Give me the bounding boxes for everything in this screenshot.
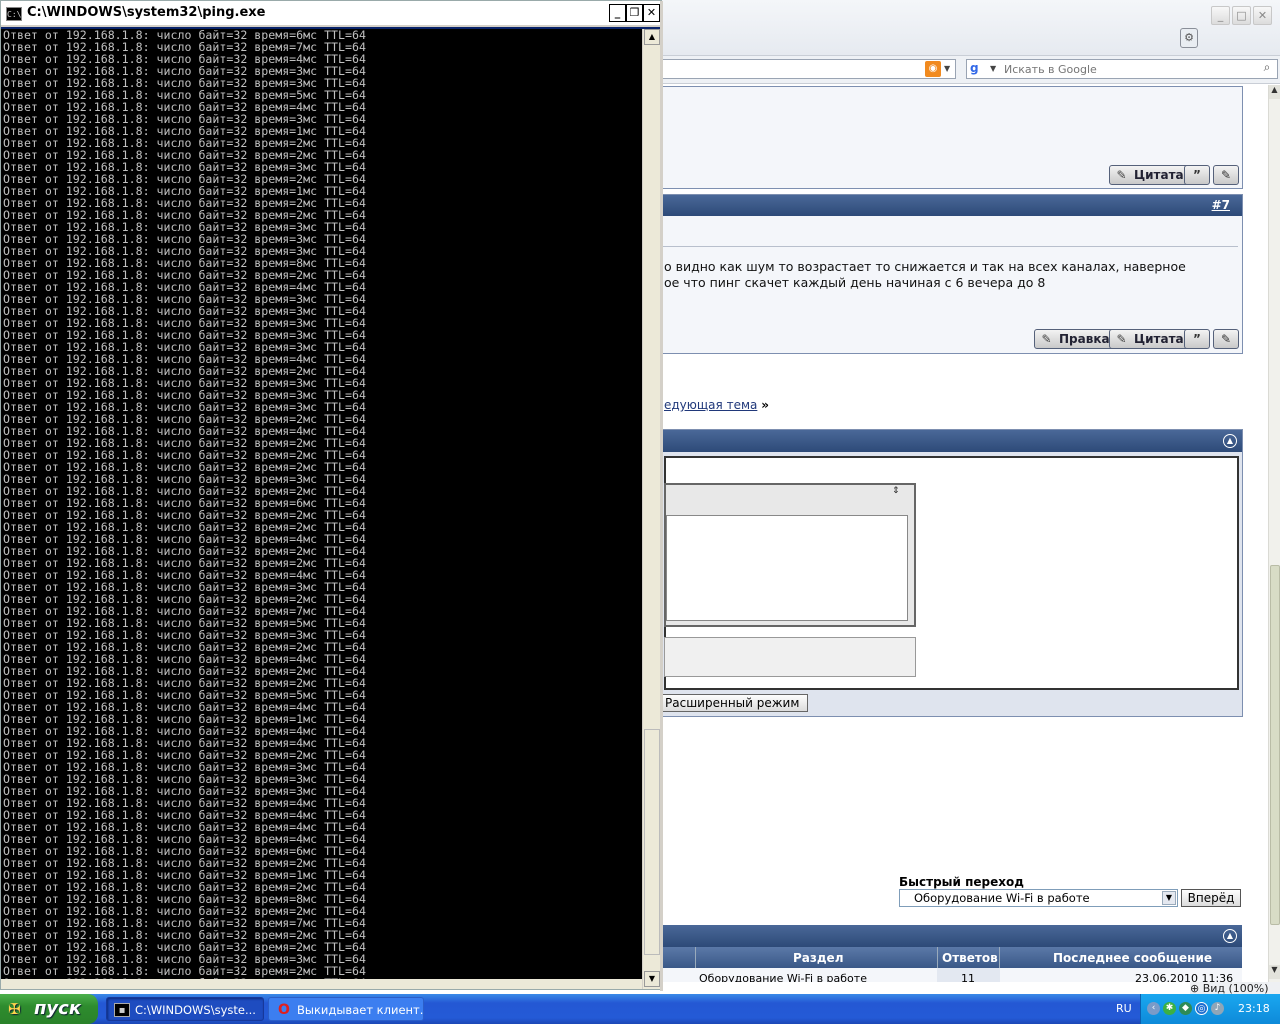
console-lines: Ответ от 192.168.1.8: число байт=32 врем…	[3, 29, 642, 979]
column-header-section[interactable]: Раздел	[793, 951, 843, 965]
post-7-header: #7	[663, 195, 1242, 216]
search-icon[interactable]: ⌕	[1258, 60, 1276, 78]
taskbar: ✠ пуск ▪ C:\WINDOWS\syste... O Выкидывае…	[0, 994, 1280, 1024]
similar-topics-header	[663, 925, 1242, 947]
console-icon[interactable]: C:\	[6, 7, 22, 21]
search-provider-dropdown-icon[interactable]: ▼	[990, 61, 1000, 77]
quick-jump-value: Оборудование Wi-Fi в работе	[914, 891, 1090, 905]
multiquote-button[interactable]: ”	[1184, 165, 1210, 185]
quick-jump-go-button[interactable]: Вперёд	[1181, 889, 1241, 907]
column-header-replies[interactable]: Ответов	[942, 951, 998, 965]
edit-button-label: Правка	[1059, 332, 1110, 346]
search-input[interactable]	[1004, 60, 1254, 78]
table-cell-section[interactable]: Оборудование Wi-Fi в работе	[699, 972, 867, 982]
message-textarea[interactable]	[666, 515, 908, 621]
windows-flag-icon: ✠	[8, 1000, 21, 1018]
collapse-icon[interactable]: ▲	[1223, 434, 1237, 448]
antivirus-icon[interactable]: ◆	[1179, 1002, 1192, 1015]
browser-window-controls: _ □ ✕	[1211, 6, 1272, 25]
restore-button[interactable]: ❐	[626, 4, 643, 22]
close-button[interactable]: ✕	[643, 4, 660, 22]
console-right-edge	[660, 1, 663, 991]
edit-button[interactable]: ✎ Правка	[1034, 329, 1117, 349]
edit-icon: ✎	[1041, 332, 1052, 346]
next-topic-link[interactable]: едующая тема	[664, 398, 757, 412]
minimize-button[interactable]: _	[609, 4, 626, 22]
table-cell-last-post: 23.06.2010 11:36	[1135, 972, 1234, 982]
quote-icon: ✎	[1116, 332, 1127, 346]
clock[interactable]: 23:18	[1238, 1002, 1270, 1015]
console-titlebar[interactable]: C:\ C:\WINDOWS\system32\ping.exe _ ❐ ✕	[1, 1, 663, 27]
quote-button-label: Цитата	[1134, 332, 1184, 346]
browser-maximize-button[interactable]: □	[1232, 6, 1251, 25]
start-label: пуск	[34, 998, 82, 1019]
quote-icon: ✎	[1116, 168, 1127, 182]
chevron-down-icon[interactable]: ▼	[1162, 891, 1176, 905]
start-button[interactable]: ✠ пуск	[0, 994, 98, 1024]
post-number-link[interactable]: #7	[1212, 198, 1230, 212]
quick-reply-button[interactable]: ✎	[1213, 165, 1239, 185]
post-divider	[663, 246, 1238, 247]
console-scrollbar[interactable]: ▲ ▼	[642, 29, 660, 989]
quote-button[interactable]: ✎ Цитата	[1109, 329, 1191, 349]
quote-button-label: Цитата	[1134, 168, 1184, 182]
browser-scrollbar[interactable]: ▲ ▼	[1268, 85, 1280, 982]
advanced-mode-button[interactable]: Расширенный режим	[660, 694, 809, 712]
column-header-last-post[interactable]: Последнее сообщение	[1053, 951, 1212, 965]
post-text-line-1: о видно как шум то возрастает то снижает…	[664, 259, 1186, 274]
reply-options-box	[664, 637, 916, 677]
rss-icon[interactable]: ◉	[925, 61, 941, 77]
quick-reply-button[interactable]: ✎	[1213, 329, 1239, 349]
security-icon[interactable]: ◎	[1195, 1002, 1208, 1015]
quick-jump-label: Быстрый переход	[899, 875, 1024, 889]
scroll-down-icon[interactable]: ▼	[644, 971, 660, 987]
multiquote-button[interactable]: ”	[1184, 329, 1210, 349]
quick-reply-header	[663, 430, 1242, 452]
table-cell-replies: 11	[961, 972, 975, 982]
next-topic-arrow: »	[761, 398, 769, 412]
opera-icon: O	[278, 1002, 290, 1018]
post-text-line-2: ое что пинг скачет каждый день начиная с…	[664, 275, 1046, 290]
browser-minimize-button[interactable]: _	[1211, 6, 1230, 25]
scroll-up-icon[interactable]: ▲	[644, 29, 660, 45]
collapse-icon[interactable]: ▲	[1223, 929, 1237, 943]
network-icon[interactable]: ✱	[1163, 1002, 1176, 1015]
console-title: C:\WINDOWS\system32\ping.exe	[27, 5, 266, 20]
address-dropdown-icon[interactable]: ▼	[944, 61, 954, 77]
console-scrollbar-thumb[interactable]	[644, 729, 660, 955]
resize-icon[interactable]: ⇕	[892, 487, 900, 496]
google-icon[interactable]: g	[970, 61, 988, 77]
quick-jump-select[interactable]: Оборудование Wi-Fi в работе ▼	[899, 889, 1178, 907]
console-output[interactable]: Ответ от 192.168.1.8: число байт=32 врем…	[1, 29, 642, 979]
taskbar-item-label: C:\WINDOWS\syste...	[135, 1003, 256, 1017]
taskbar-item-label: Выкидывает клиент...	[297, 1003, 424, 1017]
column-separator	[695, 947, 696, 968]
taskbar-item-browser[interactable]: O Выкидывает клиент...	[268, 997, 424, 1021]
scroll-up-icon[interactable]: ▲	[1269, 85, 1280, 99]
chevron-left-icon[interactable]: ‹	[1147, 1002, 1160, 1015]
browser-scrollbar-thumb[interactable]	[1270, 565, 1280, 925]
scroll-down-icon[interactable]: ▼	[1269, 965, 1280, 979]
console-bottom-edge	[1, 979, 642, 989]
tools-icon[interactable]: ⚙	[1180, 28, 1198, 48]
column-separator	[999, 947, 1000, 968]
language-indicator[interactable]: RU	[1116, 1002, 1132, 1015]
console-icon: ▪	[114, 1003, 130, 1017]
quote-button[interactable]: ✎ Цитата	[1109, 165, 1191, 185]
table-row: Оборудование Wi-Fi в работе 11 23.06.201…	[663, 968, 1242, 982]
next-topic-nav: едующая тема »	[664, 398, 769, 412]
speaker-icon[interactable]: ♪	[1211, 1002, 1224, 1015]
address-bar[interactable]	[660, 59, 956, 79]
taskbar-item-console[interactable]: ▪ C:\WINDOWS\syste...	[106, 997, 264, 1021]
console-window[interactable]: C:\ C:\WINDOWS\system32\ping.exe _ ❐ ✕ О…	[0, 0, 663, 991]
browser-close-button[interactable]: ✕	[1253, 6, 1272, 25]
table-header-row: Раздел Ответов Последнее сообщение	[663, 947, 1242, 968]
column-separator	[937, 947, 938, 968]
